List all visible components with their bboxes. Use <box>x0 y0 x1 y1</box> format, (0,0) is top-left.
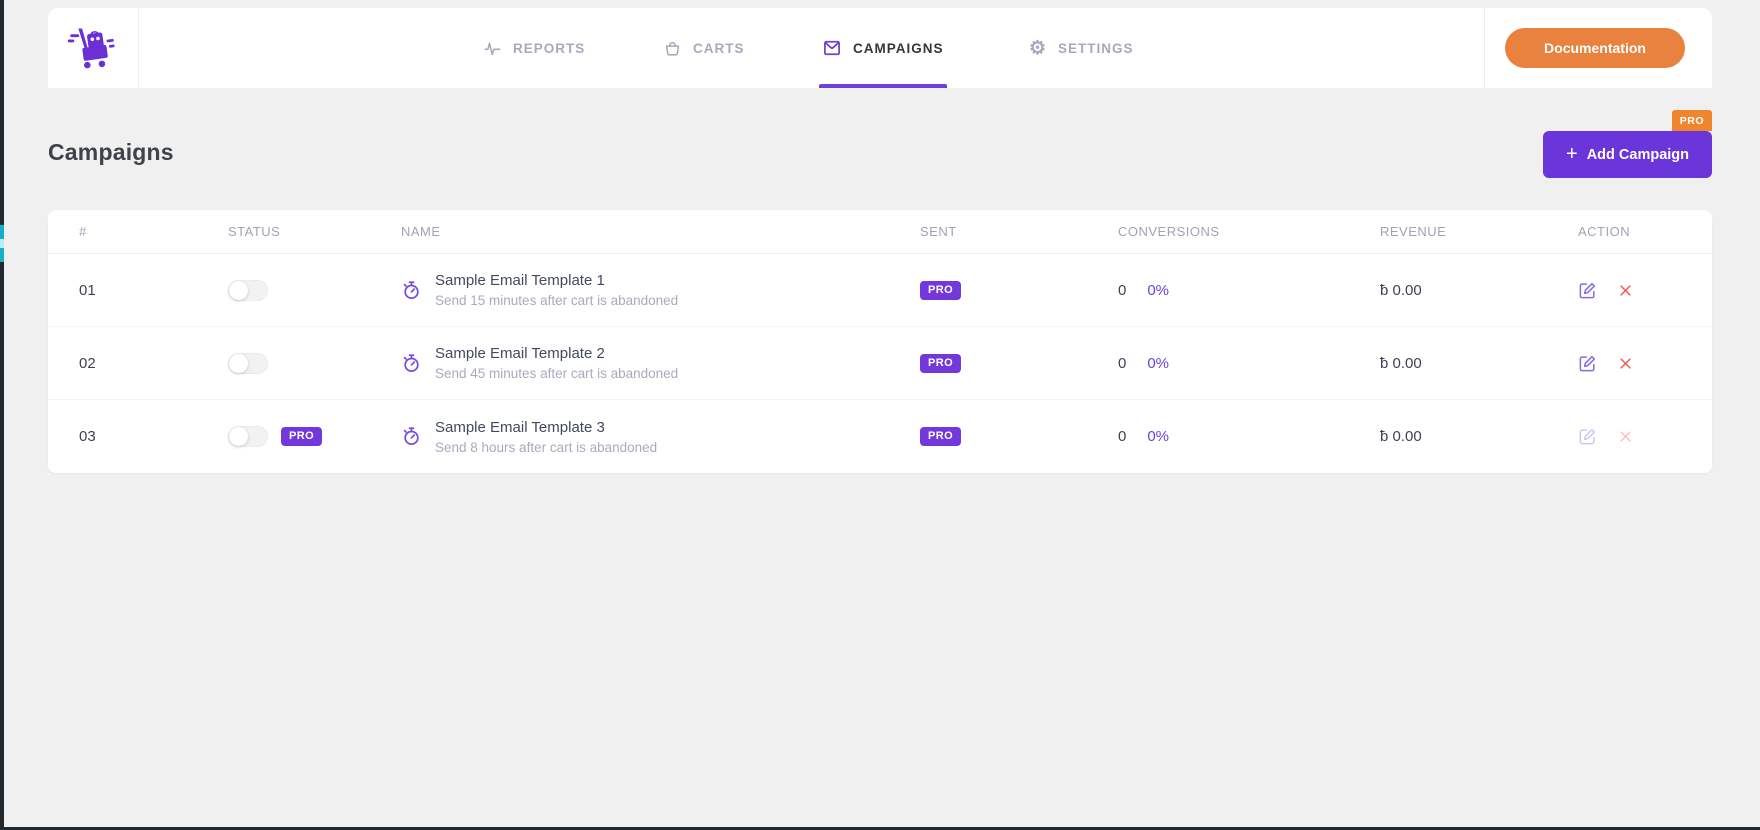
sent-pro-badge: PRO <box>920 281 961 300</box>
tab-reports[interactable]: REPORTS <box>483 8 585 88</box>
campaign-name[interactable]: Sample Email Template 2 <box>435 345 678 362</box>
carts-icon <box>663 39 682 58</box>
action-cell <box>1578 427 1712 446</box>
sent-pro-badge: PRO <box>920 354 961 373</box>
campaign-number: 01 <box>48 282 228 299</box>
status-toggle[interactable] <box>228 426 268 447</box>
delete-x-icon <box>1618 429 1633 444</box>
toggle-knob <box>229 281 248 300</box>
edit-icon <box>1578 354 1597 373</box>
delete-campaign-button[interactable] <box>1618 283 1633 298</box>
campaign-description: Send 15 minutes after cart is abandoned <box>435 293 678 308</box>
header-bar: REPORTS CARTS CAMPAIGNS ⚙ SETTINGS Docum… <box>48 8 1712 88</box>
revenue-value: ƀ 0.00 <box>1380 355 1578 372</box>
timer-icon <box>401 426 422 447</box>
delete-x-icon <box>1618 356 1633 371</box>
col-header-sent: SENT <box>920 224 1118 239</box>
plus-icon: + <box>1566 144 1578 164</box>
edit-campaign-button[interactable] <box>1578 354 1597 373</box>
edit-campaign-button[interactable] <box>1578 281 1597 300</box>
tab-label: REPORTS <box>513 41 585 56</box>
status-cell: PRO <box>228 426 401 447</box>
table-row: 03 PRO Sample Email Template 3 Send 8 ho… <box>48 400 1712 473</box>
toggle-knob <box>229 427 248 446</box>
delete-campaign-button[interactable] <box>1618 429 1633 444</box>
campaign-number: 03 <box>48 428 228 445</box>
revenue-value: ƀ 0.00 <box>1380 282 1578 299</box>
edit-icon <box>1578 281 1597 300</box>
edit-campaign-button[interactable] <box>1578 427 1597 446</box>
tab-label: CARTS <box>693 41 745 56</box>
timer-icon <box>401 280 422 301</box>
table-row: 01 Sample Email Template 1 Send 15 minut… <box>48 254 1712 327</box>
wp-admin-accent-notch <box>0 239 4 248</box>
tab-settings[interactable]: ⚙ SETTINGS <box>1029 8 1134 88</box>
add-campaign-button[interactable]: + Add Campaign <box>1543 131 1712 178</box>
add-campaign-label: Add Campaign <box>1587 147 1689 163</box>
tab-label: SETTINGS <box>1058 41 1134 56</box>
campaigns-table: # STATUS NAME SENT CONVERSIONS REVENUE A… <box>48 210 1712 473</box>
toggle-knob <box>229 354 248 373</box>
app-logo[interactable] <box>48 8 138 88</box>
status-toggle[interactable] <box>228 353 268 374</box>
col-header-conversions: CONVERSIONS <box>1118 224 1380 239</box>
timer-icon <box>401 353 422 374</box>
conversions-rate[interactable]: 0% <box>1147 282 1169 299</box>
status-cell <box>228 280 401 301</box>
conversions-rate[interactable]: 0% <box>1147 355 1169 372</box>
col-header-id: # <box>48 224 228 239</box>
campaign-number: 02 <box>48 355 228 372</box>
campaign-description: Send 8 hours after cart is abandoned <box>435 440 657 455</box>
header-divider <box>1484 8 1485 88</box>
cart-logo-icon <box>67 22 119 74</box>
status-toggle[interactable] <box>228 280 268 301</box>
col-header-name: NAME <box>401 224 920 239</box>
reports-icon <box>483 39 502 58</box>
status-pro-badge: PRO <box>281 427 322 446</box>
table-row: 02 Sample Email Template 2 Send 45 minut… <box>48 327 1712 400</box>
campaign-description: Send 45 minutes after cart is abandoned <box>435 366 678 381</box>
page-title: Campaigns <box>48 139 174 166</box>
campaigns-icon <box>822 38 842 58</box>
edit-icon <box>1578 427 1597 446</box>
header-divider <box>138 8 139 88</box>
revenue-value: ƀ 0.00 <box>1380 428 1578 445</box>
status-cell <box>228 353 401 374</box>
conversions-count: 0 <box>1118 282 1126 299</box>
delete-campaign-button[interactable] <box>1618 356 1633 371</box>
col-header-revenue: REVENUE <box>1380 224 1578 239</box>
tab-carts[interactable]: CARTS <box>663 8 745 88</box>
col-header-status: STATUS <box>228 224 401 239</box>
tab-campaigns[interactable]: CAMPAIGNS <box>822 8 944 88</box>
action-cell <box>1578 354 1712 373</box>
sent-pro-badge: PRO <box>920 427 961 446</box>
documentation-button[interactable]: Documentation <box>1505 28 1685 68</box>
col-header-action: ACTION <box>1578 224 1712 239</box>
conversions-count: 0 <box>1118 355 1126 372</box>
settings-icon: ⚙ <box>1029 39 1047 58</box>
table-header: # STATUS NAME SENT CONVERSIONS REVENUE A… <box>48 210 1712 254</box>
conversions-rate[interactable]: 0% <box>1147 428 1169 445</box>
add-campaign-pro-badge: PRO <box>1672 110 1712 131</box>
action-cell <box>1578 281 1712 300</box>
tab-label: CAMPAIGNS <box>853 41 944 56</box>
campaign-name[interactable]: Sample Email Template 3 <box>435 419 657 436</box>
wp-admin-collapsed-strip <box>0 0 4 830</box>
conversions-count: 0 <box>1118 428 1126 445</box>
campaign-name[interactable]: Sample Email Template 1 <box>435 272 678 289</box>
delete-x-icon <box>1618 283 1633 298</box>
